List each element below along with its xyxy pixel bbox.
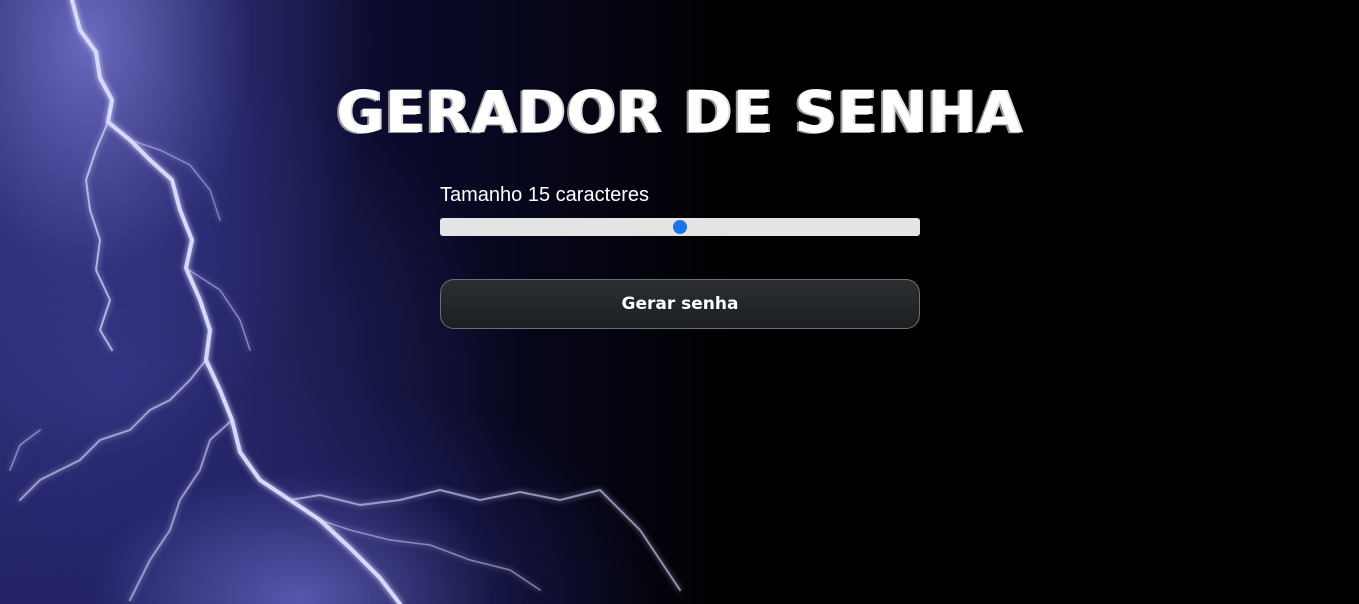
size-label-suffix: caracteres <box>555 184 650 206</box>
password-generator-panel: Tamanho 15 caracteres Gerar senha <box>440 182 920 329</box>
size-label: Tamanho 15 caracteres <box>440 182 920 208</box>
slider-thumb[interactable] <box>673 220 687 234</box>
size-value: 15 <box>527 184 551 206</box>
size-label-prefix: Tamanho <box>440 184 523 206</box>
generate-password-button[interactable]: Gerar senha <box>440 279 920 329</box>
length-slider[interactable] <box>440 218 920 236</box>
page-title: GERADOR DE SENHA <box>336 78 1023 146</box>
page-background: GERADOR DE SENHA Tamanho 15 caracteres G… <box>0 0 1359 604</box>
